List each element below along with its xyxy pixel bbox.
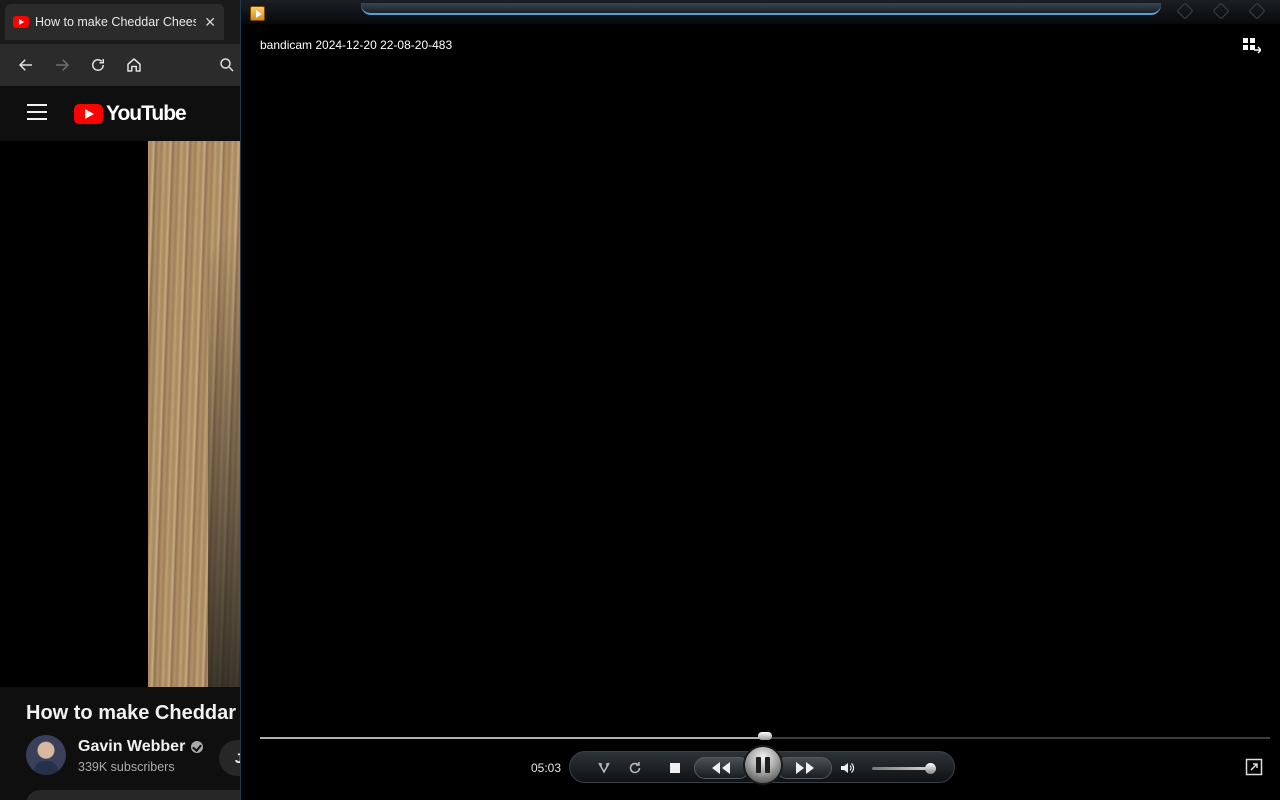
youtube-header: YouTube (0, 86, 250, 141)
seek-bar-thumb[interactable] (758, 732, 772, 740)
media-player-window: bandicam 2024-12-20 22-08-20-483 05:03 (240, 0, 1280, 800)
titlebar-decoration (361, 3, 1161, 15)
home-icon (127, 58, 141, 72)
reload-button[interactable] (80, 49, 116, 81)
subscriber-count: 339K subscribers (78, 760, 175, 774)
browser-tabstrip: How to make Cheddar Cheese ✕ (0, 0, 250, 44)
minimize-icon (1176, 2, 1194, 20)
channel-name-text: Gavin Webber (78, 738, 186, 755)
arrow-left-icon (18, 59, 32, 71)
volume-slider[interactable] (872, 763, 936, 774)
youtube-favicon-icon (13, 16, 29, 28)
search-icon (220, 58, 234, 72)
repeat-button[interactable] (624, 758, 646, 778)
tab-title: How to make Cheddar Cheese (35, 15, 197, 29)
close-icon (1248, 2, 1266, 20)
capture-button[interactable] (593, 758, 615, 778)
channel-avatar[interactable] (26, 735, 66, 775)
youtube-video-player[interactable] (0, 141, 250, 687)
reload-icon (92, 59, 104, 71)
maximize-button[interactable] (1203, 2, 1239, 20)
window-controls (1167, 2, 1275, 20)
hamburger-menu-icon[interactable] (27, 104, 47, 120)
audio-mode-icon (598, 762, 610, 774)
playback-controls (569, 745, 955, 785)
playlist-layout-icon[interactable] (1243, 38, 1261, 54)
expand-icon[interactable] (1245, 758, 1263, 776)
seek-bar[interactable] (260, 732, 1270, 740)
video-display[interactable]: bandicam 2024-12-20 22-08-20-483 05:03 (249, 24, 1275, 796)
repeat-icon (629, 762, 641, 774)
fast-forward-button[interactable] (776, 757, 832, 779)
forward-button[interactable] (44, 49, 80, 81)
pause-button[interactable] (743, 745, 783, 785)
player-app-icon[interactable] (250, 6, 265, 21)
youtube-play-icon (74, 104, 103, 124)
video-frame-image (148, 141, 250, 687)
file-name-label: bandicam 2024-12-20 22-08-20-483 (260, 38, 453, 52)
home-button[interactable] (116, 49, 152, 81)
mute-button[interactable] (836, 758, 858, 778)
verified-badge-icon (191, 741, 204, 753)
playback-time: 05:03 (531, 761, 562, 775)
browser-toolbar (0, 44, 250, 86)
speaker-icon (841, 763, 855, 773)
browser-tab[interactable]: How to make Cheddar Cheese ✕ (5, 4, 224, 40)
fast-forward-icon (796, 762, 814, 774)
youtube-logo[interactable]: YouTube (74, 102, 187, 126)
rewind-icon (712, 762, 730, 774)
arrow-right-icon (56, 59, 70, 71)
rewind-button[interactable] (694, 757, 750, 779)
back-button[interactable] (8, 49, 44, 81)
search-button[interactable] (210, 49, 244, 81)
minimize-button[interactable] (1167, 2, 1203, 20)
browser-window: How to make Cheddar Cheese ✕ YouTube How… (0, 0, 286, 800)
close-button[interactable] (1239, 2, 1275, 20)
channel-name[interactable]: Gavin Webber (78, 738, 204, 756)
player-titlebar[interactable] (241, 0, 1280, 24)
volume-slider-thumb[interactable] (924, 763, 936, 774)
desktop: How to make Cheddar Cheese ✕ YouTube How… (0, 0, 1280, 800)
stop-button[interactable] (664, 758, 686, 778)
youtube-logo-text: YouTube (106, 102, 187, 125)
stop-icon (670, 763, 680, 773)
video-title: How to make Cheddar C (26, 702, 257, 724)
maximize-icon (1212, 2, 1230, 20)
seek-bar-progress (260, 737, 765, 739)
close-tab-icon[interactable]: ✕ (204, 14, 216, 31)
